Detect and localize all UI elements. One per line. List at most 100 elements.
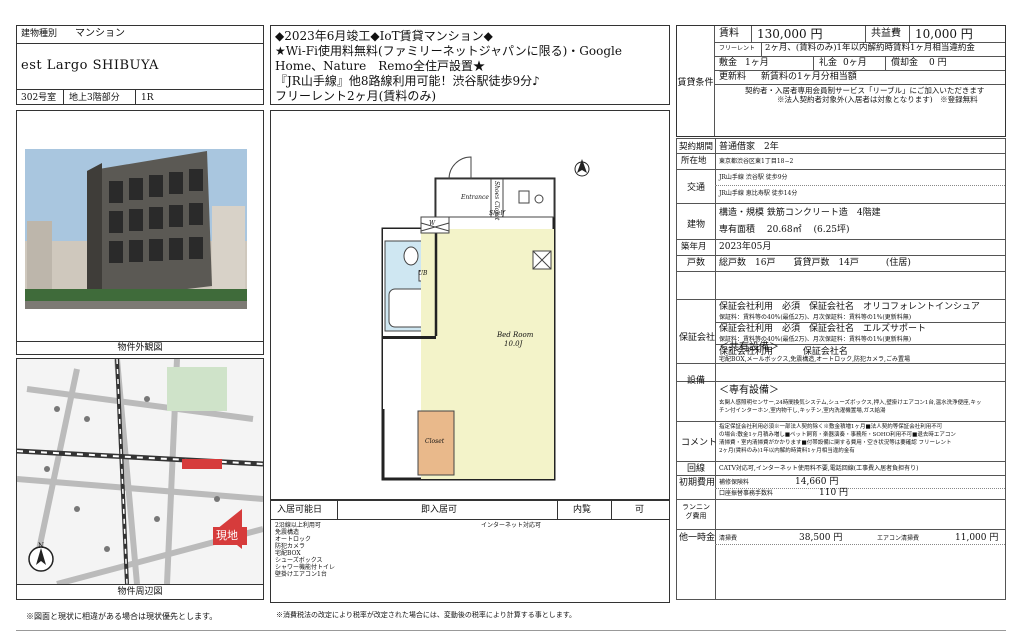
line-value: CATV対応可,インターネット使用料不要,電話回線(工事費入居者負担有り) [719, 465, 919, 472]
private-facility-value2: チン付インターホン,室内物干し,キッチン,室内洗濯機置場,ガス給湯 [719, 408, 886, 414]
layout-type: 1R [141, 93, 154, 103]
area-map-frame: N 現地 物件周辺図 [16, 358, 264, 600]
room-number: 302号室 [21, 93, 57, 103]
comment-line3: 清掃費・室内清掃費がかかります■付帯設備に関する費用・空き状況等は要確認 フリー… [719, 440, 952, 446]
floorplan-frame: Entrance Shoes Closet Shelf W UB Bed Roo… [270, 110, 670, 500]
headline-line5: フリーレント2ヶ月(賃料のみ) [275, 89, 436, 103]
move-in-box: 入居可能日 即入居可 内覧 可 インターネット対応可 2沿線以上利用可 免震構造… [270, 500, 670, 603]
line-label: 回線 [687, 464, 706, 474]
contract-value: 普通借家 2年 [719, 142, 779, 152]
headline-line1: ◆2023年6月竣工◆IoT賃貸マンション◆ [275, 29, 493, 43]
area-value: 専有面積 20.68㎡ (6.25坪) [719, 225, 850, 235]
initial-1-value: 14,660 円 [795, 477, 839, 487]
onetime-2-value: 11,000 円 [955, 533, 999, 543]
guarantee-2: 保証会社利用 必須 保証会社名 エルズサポート [719, 324, 927, 334]
here-marker: 現地 [216, 529, 238, 542]
discrepancy-note: ※図面と現状に相違がある場合は現状優先とします。 [26, 612, 218, 621]
headline-line2: ★Wi-Fi使用料無料(ファミリーネットジャパンに限る)・Google [275, 44, 622, 58]
internet-note: インターネット対応可 [481, 522, 542, 529]
type-value: マンション [75, 28, 125, 39]
details-table: 契約期間 普通借家 2年 所在地 東京都渋谷区東1丁目18−2 交通 JR山手線… [676, 138, 1006, 600]
common-facility-value: 宅配BOX,メールボックス,免震構造,オートロック,防犯カメラ,ごみ置場 [719, 356, 910, 363]
wc-label: W [429, 220, 436, 227]
initial-2-name: 口座振替事務手数料 [719, 490, 774, 497]
building-info-box: 建物種別 マンション est Largo SHIBUYA 302号室 地上3階部… [16, 25, 264, 105]
address-label: 所在地 [681, 156, 707, 166]
exterior-photo-frame: 物件外観図 [16, 110, 264, 355]
guarantee-1-note: 保証料：賃料等の40%(最低2万)、月次保証料：賃料等の1%(更新料無) [719, 314, 912, 321]
key-money-value: 0ヶ月 [843, 58, 867, 68]
key-money-label: 礼金 [819, 58, 838, 68]
feature-7: 壁掛けエアコン1台 [275, 571, 327, 578]
address-value: 東京都渋谷区東1丁目18−2 [719, 158, 794, 165]
area-map [17, 359, 263, 584]
guarantee-1: 保証会社利用 必須 保証会社名 オリコフォレントインシュア [719, 302, 980, 312]
fee-value: 10,000 円 [915, 27, 973, 41]
deposit-value: 1ヶ月 [745, 58, 769, 68]
initial-cost-label: 初期費用 [679, 478, 716, 488]
initial-1-name: 補修保険料 [719, 479, 750, 486]
map-caption: 物件周辺図 [117, 587, 163, 597]
transit-1: JR山手線 渋谷駅 徒歩9分 [719, 174, 788, 181]
comment-label: コメント [681, 438, 718, 448]
viewing-value: 可 [635, 505, 645, 515]
member-note1: 契約者・入居者専用会員制サービス「リーブル」にご加入いただきます [745, 86, 985, 95]
onetime-1-value: 38,500 円 [799, 533, 843, 543]
building-name: est Largo SHIBUYA [21, 58, 159, 73]
compass-label: N [38, 542, 45, 550]
private-facility-title: ＜専有設備＞ [719, 385, 779, 396]
type-label: 建物種別 [21, 29, 58, 39]
floor-info: 地上3階部分 [69, 93, 120, 103]
rent-label: 賃料 [719, 28, 739, 39]
rent-conditions-box: 賃貸条件 賃料 130,000 円 共益費 10,000 円 フリーレント 2ヶ… [676, 25, 1006, 137]
rent-section-label: 賃貸条件 [677, 26, 715, 136]
deposit-label: 敷金 [719, 58, 738, 68]
contract-label: 契約期間 [679, 142, 714, 152]
comment-line1: 指定保証会社利用必須※一部法人契約除く※敷金積増1ヶ月■法人契約等保証会社利用不… [719, 424, 943, 430]
bedroom-label: Bed Room [497, 331, 534, 339]
headline-line4: 『JR山手線』他8路線利用可能！渋谷駅徒歩9分♪ [275, 74, 540, 88]
freerent-label: フリーレント [719, 45, 756, 52]
comment-line4: 2ヶ月(賃料のみ)1年以内解約時賃料1ヶ月相当違約金有 [719, 448, 855, 454]
freerent-value: 2ヶ月、(賃料のみ)1年以内解約時賃料1ヶ月相当違約金 [765, 43, 975, 53]
exterior-photo [17, 111, 263, 341]
onetime-label: 他一時金 [679, 533, 716, 543]
onetime-1-name: 清掃費 [719, 535, 738, 542]
unit-bath-label: UB [418, 270, 428, 277]
units-label: 戸数 [687, 258, 706, 268]
transit-label: 交通 [687, 183, 706, 193]
units-value: 総戸数 16戸 賃貸戸数 14戸 (住居) [719, 258, 911, 268]
built-label: 築年月 [681, 242, 707, 252]
onetime-2-name: エアコン清掃費 [877, 535, 920, 542]
move-in-label: 入居可能日 [277, 505, 323, 515]
headline-box: ◆2023年6月竣工◆IoT賃貸マンション◆ ★Wi-Fi使用料無料(ファミリー… [270, 25, 670, 105]
transit-2: JR山手線 恵比寿駅 徒歩14分 [719, 190, 798, 197]
fee-label: 共益費 [871, 28, 901, 39]
tax-note: ※消費税法の改定により税率が改定された場合には、変動後の税率により計算する事とし… [276, 611, 577, 619]
viewing-label: 内覧 [573, 505, 592, 515]
running-cost-label: ランニング費用 [682, 503, 710, 520]
exterior-caption: 物件外観図 [117, 343, 163, 353]
comment-line2: の場合:敷金1ヶ月積み増し■ペット飼育・楽器演奏・事務所・SOHO利用不可■退去… [719, 432, 956, 438]
guarantee-label: 保証会社 [679, 333, 716, 343]
amortization-label: 償却金 [891, 58, 919, 68]
bedroom-size: 10.0J [504, 340, 523, 348]
structure-value: 構造・規模 鉄筋コンクリート造 4階建 [719, 208, 881, 218]
entrance-label: Entrance [461, 194, 489, 201]
common-facility-title: ＜共有設備＞ [719, 342, 779, 353]
floorplan-drawing [381, 156, 590, 481]
initial-2-value: 110 円 [819, 488, 849, 498]
amortization-value: 0 円 [929, 58, 947, 68]
shelf-label: Shelf [489, 210, 505, 217]
built-value: 2023年05月 [719, 242, 772, 252]
renewal-value: 新賃料の1ヶ月分相当額 [761, 72, 857, 82]
closet-label: Closet [425, 438, 445, 445]
headline-line3: Home、Nature Remo全住戸設置★ [275, 59, 485, 73]
renewal-label: 更新料 [719, 72, 747, 82]
private-facility-value1: 玄関人感照明センサー,24時間換気システム,シューズボックス,押入,壁掛けエアコ… [719, 400, 982, 406]
member-note2: ※法人契約者対象外(入居者は対象となります) ※登録無料 [777, 95, 978, 104]
rent-value: 130,000 円 [757, 27, 823, 41]
structure-label: 建物 [687, 220, 706, 230]
move-in-value: 即入居可 [421, 505, 458, 515]
facility-label: 設備 [687, 376, 706, 386]
